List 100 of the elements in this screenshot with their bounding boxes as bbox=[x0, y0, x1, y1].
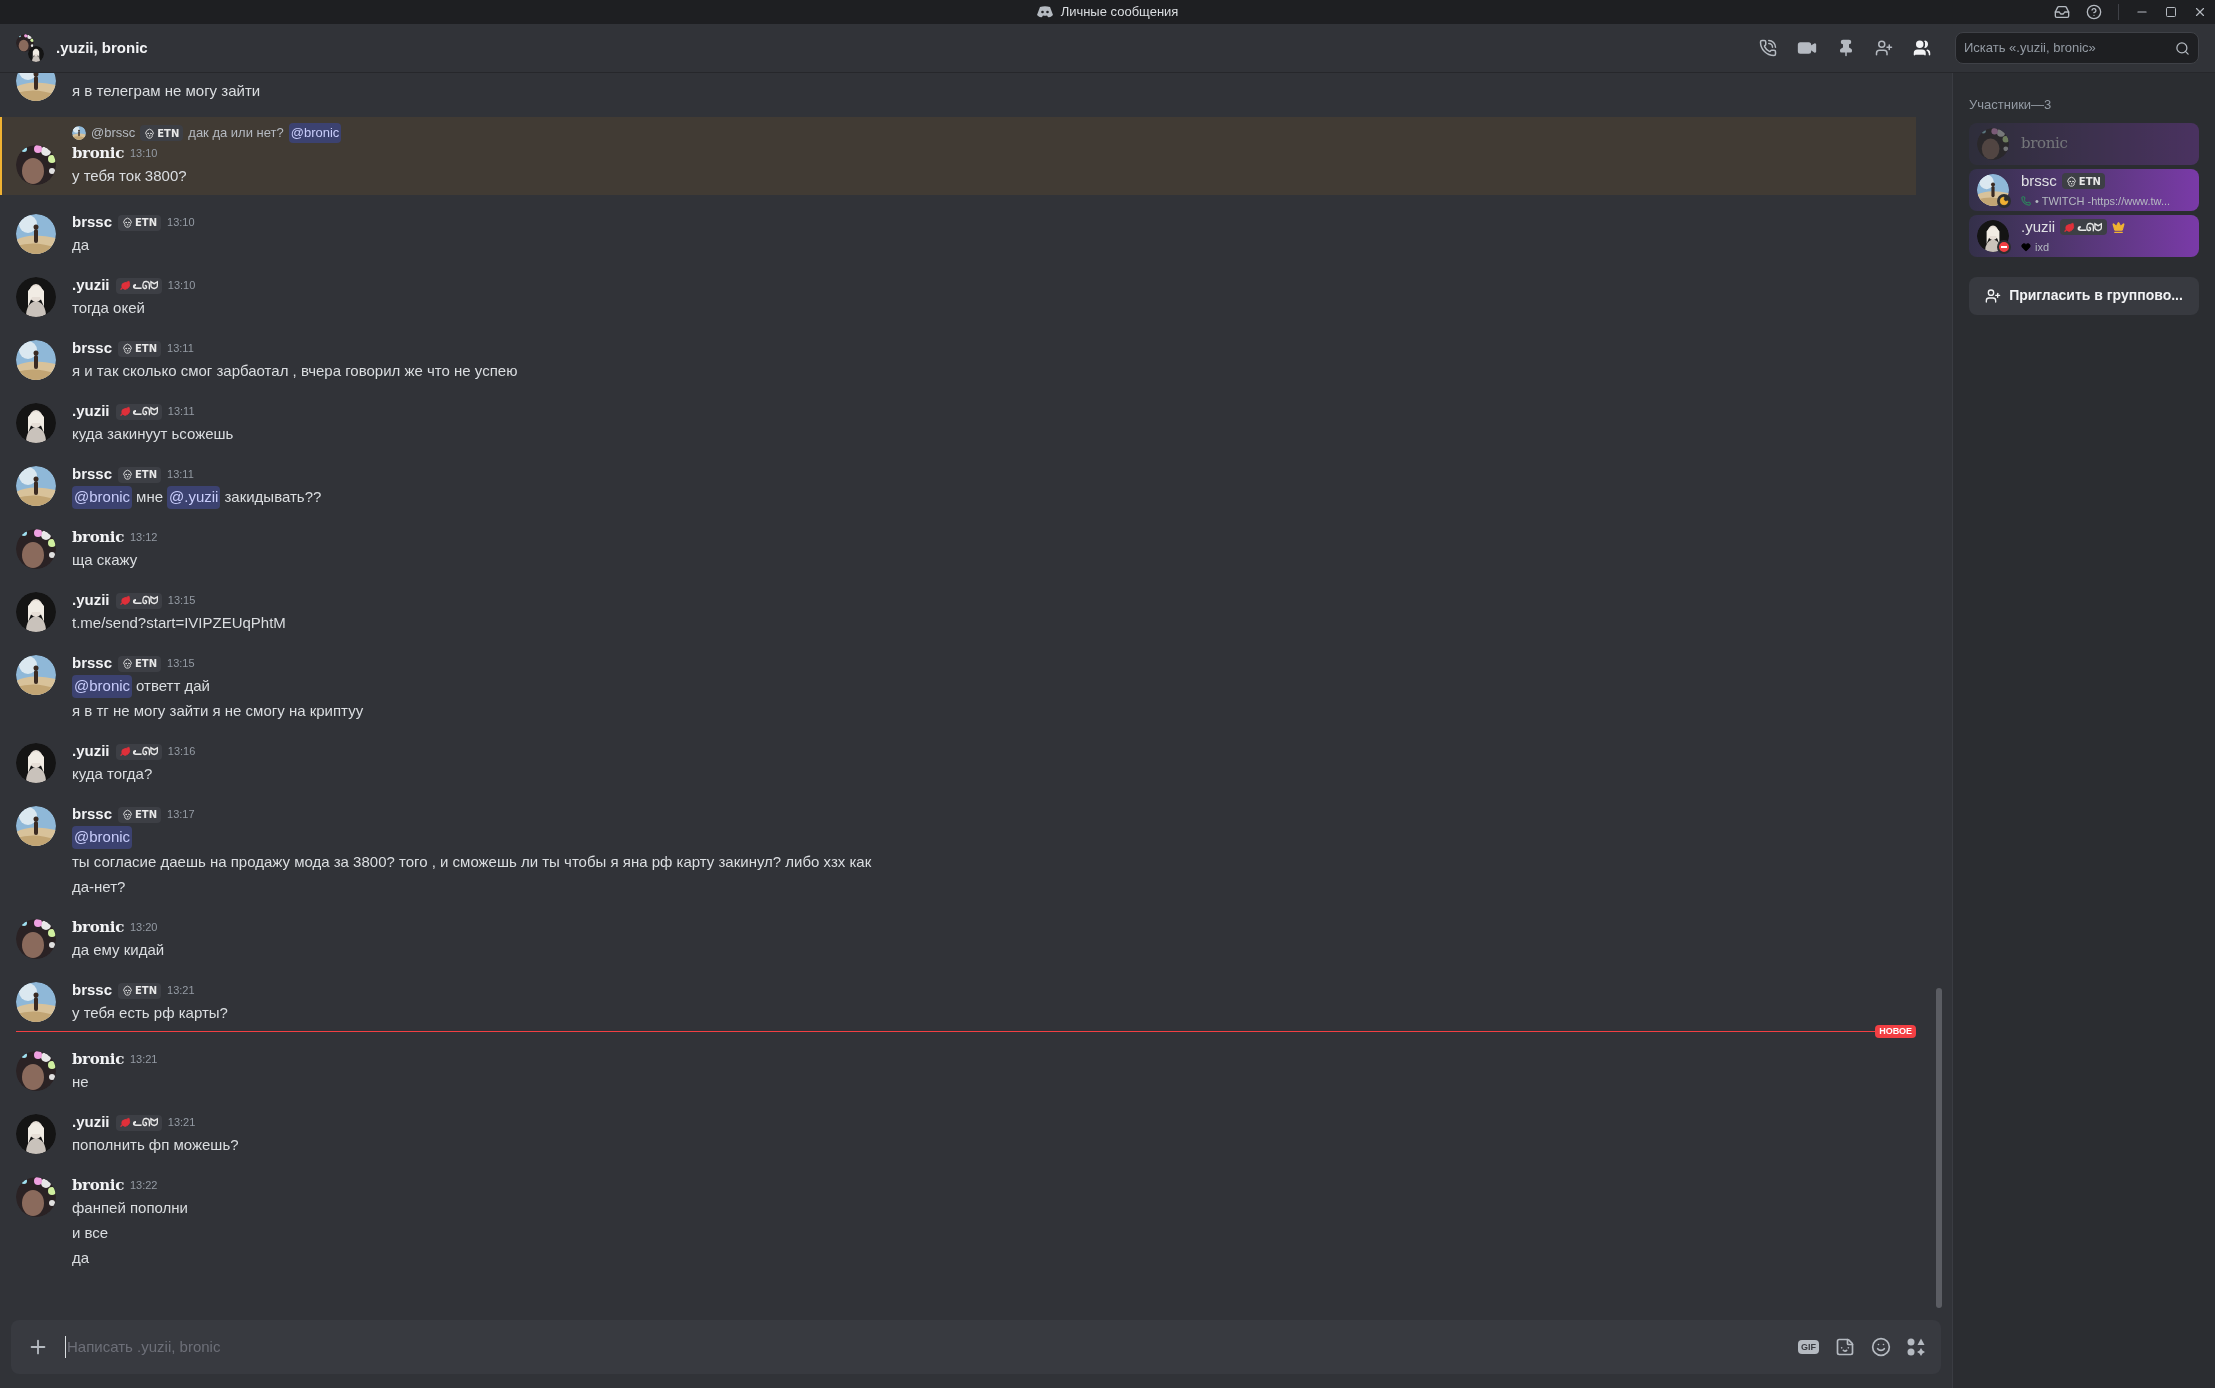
user-mention[interactable]: @bronic bbox=[72, 486, 133, 509]
call-icon[interactable] bbox=[1759, 39, 1777, 57]
role-tag: ETN bbox=[118, 655, 162, 672]
message-text: у тебя ток 3800? bbox=[72, 166, 187, 187]
member-item[interactable]: .yuzii ᓚᘏᗢ ixd bbox=[1969, 214, 2199, 257]
author-name[interactable]: bronic bbox=[72, 1174, 124, 1197]
message-text: ты согласие даешь на продажу мода за 3800? того , и сможешь ли ты чтобы я яна рф карту закинул? либо хзх как bbox=[72, 852, 872, 873]
phone-icon bbox=[2021, 195, 2031, 206]
role-tag: ᓚᘏᗢ bbox=[115, 277, 162, 294]
timestamp: 13:16 bbox=[167, 744, 196, 760]
reply-author[interactable]: @brssc bbox=[91, 123, 136, 143]
gif-button[interactable]: GIF bbox=[1798, 1340, 1819, 1354]
author-name[interactable]: .yuzii bbox=[72, 740, 110, 763]
author-name[interactable]: bronic bbox=[72, 142, 124, 165]
author-name[interactable]: brssc bbox=[72, 211, 113, 234]
inbox-icon[interactable] bbox=[2054, 4, 2070, 20]
message-text: да bbox=[72, 1248, 90, 1269]
close-icon[interactable] bbox=[2193, 5, 2207, 19]
timestamp: 13:11 bbox=[167, 341, 194, 357]
author-name[interactable]: .yuzii bbox=[72, 274, 110, 297]
channel-title: .yuzii, bronic bbox=[56, 37, 148, 58]
skull-icon bbox=[122, 658, 134, 669]
invite-button[interactable]: Пригласить в группово... bbox=[1969, 276, 2199, 315]
skull-icon bbox=[144, 127, 156, 139]
leaf-icon bbox=[119, 746, 131, 757]
role-tag: ETN bbox=[118, 806, 162, 823]
author-name[interactable]: .yuzii bbox=[72, 1111, 110, 1134]
timestamp: 13:22 bbox=[129, 1178, 158, 1194]
members-icon[interactable] bbox=[1913, 39, 1931, 57]
add-member-icon bbox=[1985, 287, 2002, 304]
window-title: Личные сообщения bbox=[1060, 3, 1179, 22]
skull-icon bbox=[122, 809, 134, 820]
message-text: мне bbox=[136, 487, 164, 508]
message-text: ответт дай bbox=[136, 676, 210, 697]
timestamp: 13:21 bbox=[129, 1052, 158, 1068]
help-icon[interactable] bbox=[2086, 4, 2102, 20]
message-field[interactable]: Написать .yuzii, bronic GIF bbox=[11, 1320, 1941, 1374]
author-name[interactable]: brssc bbox=[72, 337, 113, 360]
timestamp: 13:10 bbox=[167, 278, 196, 294]
message-text: да bbox=[72, 235, 90, 256]
message-text: закидывать?? bbox=[224, 487, 322, 508]
message-text: я в телеграм не могу зайти bbox=[72, 81, 261, 102]
sticker-icon[interactable] bbox=[1835, 1337, 1855, 1357]
emoji-icon[interactable] bbox=[1871, 1337, 1891, 1357]
message-text: пополнить фп можешь? bbox=[72, 1135, 239, 1156]
pin-icon[interactable] bbox=[1837, 39, 1855, 57]
message-text: у тебя есть рф карты? bbox=[72, 1003, 228, 1024]
search-icon bbox=[2175, 40, 2190, 56]
member-name: bronic bbox=[2021, 133, 2068, 155]
skull-icon bbox=[122, 469, 134, 480]
leaf-icon bbox=[119, 1117, 131, 1128]
author-name[interactable]: bronic bbox=[72, 526, 124, 549]
message-text: не bbox=[72, 1072, 89, 1093]
message-text: я и так сколько смог зарбаотал , вчера говорил же что не успею bbox=[72, 361, 518, 382]
role-tag: ᓚᘏᗢ bbox=[115, 1114, 162, 1131]
role-tag: ETN bbox=[118, 340, 162, 357]
user-mention[interactable]: @bronic bbox=[72, 675, 133, 698]
leaf-icon bbox=[2064, 221, 2076, 233]
timestamp: 13:11 bbox=[167, 467, 194, 483]
scrollbar-thumb[interactable] bbox=[1936, 988, 1942, 1308]
role-tag: ETN bbox=[2061, 173, 2105, 190]
search-field[interactable]: Искать «.yuzii, bronic» bbox=[1955, 32, 2199, 64]
user-mention[interactable]: @bronic bbox=[72, 826, 133, 849]
timestamp: 13:11 bbox=[167, 404, 195, 420]
message-text: да-нет? bbox=[72, 877, 126, 898]
role-tag: ᓚᘏᗢ bbox=[2060, 219, 2107, 236]
author-name[interactable]: bronic bbox=[72, 1048, 124, 1071]
timestamp: 13:15 bbox=[167, 593, 196, 609]
role-tag: ETN bbox=[140, 125, 184, 141]
message-text: да ему кидай bbox=[72, 940, 165, 961]
maximize-icon[interactable] bbox=[2165, 6, 2177, 18]
new-badge: НОВОЕ bbox=[1875, 1024, 1916, 1038]
author-name[interactable]: .yuzii bbox=[72, 400, 110, 423]
user-mention[interactable]: @.yuzii bbox=[167, 486, 221, 509]
app-logo-icon bbox=[1036, 6, 1053, 18]
timestamp: 13:15 bbox=[167, 656, 195, 672]
message-text: куда закинуут ьсожешь bbox=[72, 424, 234, 445]
author-name[interactable]: brssc bbox=[72, 463, 113, 486]
heart-icon bbox=[2021, 241, 2031, 252]
leaf-icon bbox=[119, 280, 131, 291]
author-name[interactable]: bronic bbox=[72, 916, 124, 939]
author-name[interactable]: .yuzii bbox=[72, 589, 110, 612]
message-text: ща скажу bbox=[72, 550, 138, 571]
timestamp: 13:21 bbox=[167, 983, 195, 999]
role-tag: ETN bbox=[118, 466, 162, 483]
skull-icon bbox=[122, 985, 134, 996]
author-name[interactable]: brssc bbox=[72, 803, 113, 826]
member-item[interactable]: brssc ETN • TWITCH -https://www.tw... bbox=[1969, 168, 2199, 211]
message-text: фанпей пополни bbox=[72, 1198, 188, 1219]
user-mention[interactable]: @bronic bbox=[288, 123, 342, 143]
role-tag: ᓚᘏᗢ bbox=[115, 592, 162, 609]
author-name[interactable]: brssc bbox=[72, 979, 113, 1002]
message-placeholder: Написать .yuzii, bronic bbox=[65, 1335, 1782, 1359]
add-member-icon[interactable] bbox=[1875, 39, 1893, 57]
role-tag: ᓚᘏᗢ bbox=[115, 743, 162, 760]
timestamp: 13:10 bbox=[129, 146, 158, 162]
member-name: brssc bbox=[2021, 171, 2057, 191]
timestamp: 13:17 bbox=[167, 807, 195, 823]
apps-icon[interactable] bbox=[1907, 1338, 1925, 1356]
author-name[interactable]: brssc bbox=[72, 652, 113, 675]
